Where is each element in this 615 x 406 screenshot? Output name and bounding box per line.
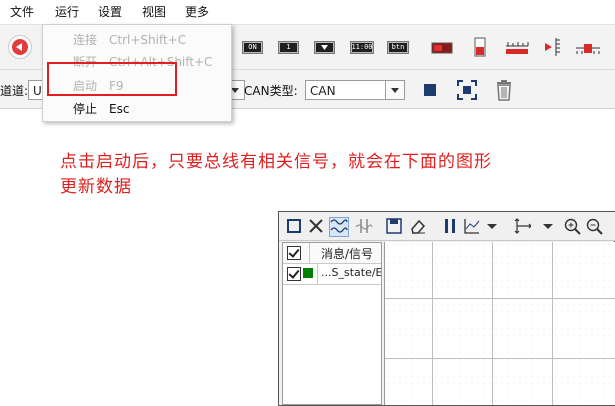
menu-settings[interactable]: 设置 [96,0,124,24]
menu-item-connect[interactable]: 连接 Ctrl+Shift+C [43,29,231,51]
column-divider [317,264,318,284]
widget-btn-button[interactable]: btn [387,41,409,54]
widget-value-button[interactable]: 1 [278,41,299,54]
menu-run[interactable]: 运行 [53,0,81,24]
fit-view-icon[interactable] [456,79,478,101]
chevron-down-icon [385,81,404,99]
can-type-label: CAN类型: [244,84,298,98]
widget-dropdown-button[interactable] [314,41,335,54]
cursor-measure-icon[interactable] [355,217,373,235]
close-icon[interactable] [307,217,325,235]
channel-value: U [33,84,42,98]
signal-list-header: 消息/信号 [283,243,381,264]
signal-color-swatch [303,268,313,278]
menu-item-stop[interactable]: 停止 Esc [43,98,231,120]
widget-dropdown-icon [321,45,328,50]
plot-grid [385,242,615,405]
signal-checkbox[interactable] [287,267,301,281]
table-row[interactable]: ...S_state/E [283,264,381,285]
highlight-annotation-box [47,62,177,96]
menu-bar: 文件 运行 设置 视图 更多 [0,0,615,25]
horizontal-slider-icon[interactable] [574,36,602,58]
signal-list-panel: 消息/信号 ...S_state/E [282,242,382,405]
widget-clock-label: 11:00 [351,43,373,51]
chart-axis-icon[interactable] [463,217,481,235]
trash-icon[interactable] [494,79,514,101]
zoom-out-icon[interactable] [585,217,603,235]
annotation-text: 点击启动后，只要总线有相关信号，就会在下面的图形 更新数据 [60,150,600,200]
widget-on-label: ON [248,43,257,51]
plot-area[interactable] [384,242,615,405]
menu-more[interactable]: 更多 [183,0,211,24]
widget-clock-button[interactable]: 11:00 [350,41,374,54]
stop-square-icon[interactable] [422,82,438,98]
menu-item-shortcut: Ctrl+Shift+C [109,33,187,47]
column-divider [309,243,310,263]
chart-toolbar [279,212,615,241]
menu-file[interactable]: 文件 [8,0,36,24]
back-arrow-icon [12,39,28,55]
can-type-select[interactable]: CAN [305,80,405,100]
can-type-value: CAN [310,84,336,98]
chart-window: 消息/信号 ...S_state/E [278,211,615,406]
eraser-icon[interactable] [409,217,427,235]
select-all-checkbox[interactable] [287,246,301,260]
waveform-icon[interactable] [329,217,349,237]
ruler-slider-icon[interactable] [504,36,530,58]
annotation-line-1: 点击启动后，只要总线有相关信号，就会在下面的图形 [60,152,492,172]
menu-item-label: 连接 [73,33,98,47]
maximize-icon[interactable] [285,217,303,235]
chevron-down-icon[interactable] [485,217,503,235]
vertical-slider-icon[interactable] [542,36,564,58]
widget-on-button[interactable]: ON [242,41,263,54]
channel-label: 道道: [0,84,29,98]
menu-item-label: 停止 [73,102,98,116]
chevron-down-icon[interactable] [541,217,559,235]
menu-item-shortcut: Esc [109,102,130,116]
signal-name: ...S_state/E [321,266,381,279]
bar-indicator-icon[interactable] [472,36,488,58]
save-icon[interactable] [385,217,403,235]
signal-header-label: 消息/信号 [321,247,374,261]
widget-value-label: 1 [286,43,291,51]
pause-icon[interactable] [441,217,459,235]
led-indicator-icon[interactable] [430,38,454,58]
back-button[interactable] [8,35,32,59]
menu-view[interactable]: 视图 [140,0,168,24]
widget-btn-label: btn [391,43,405,51]
annotation-line-2: 更新数据 [60,177,132,197]
xy-zoom-icon[interactable] [513,217,531,235]
zoom-in-icon[interactable] [563,217,581,235]
